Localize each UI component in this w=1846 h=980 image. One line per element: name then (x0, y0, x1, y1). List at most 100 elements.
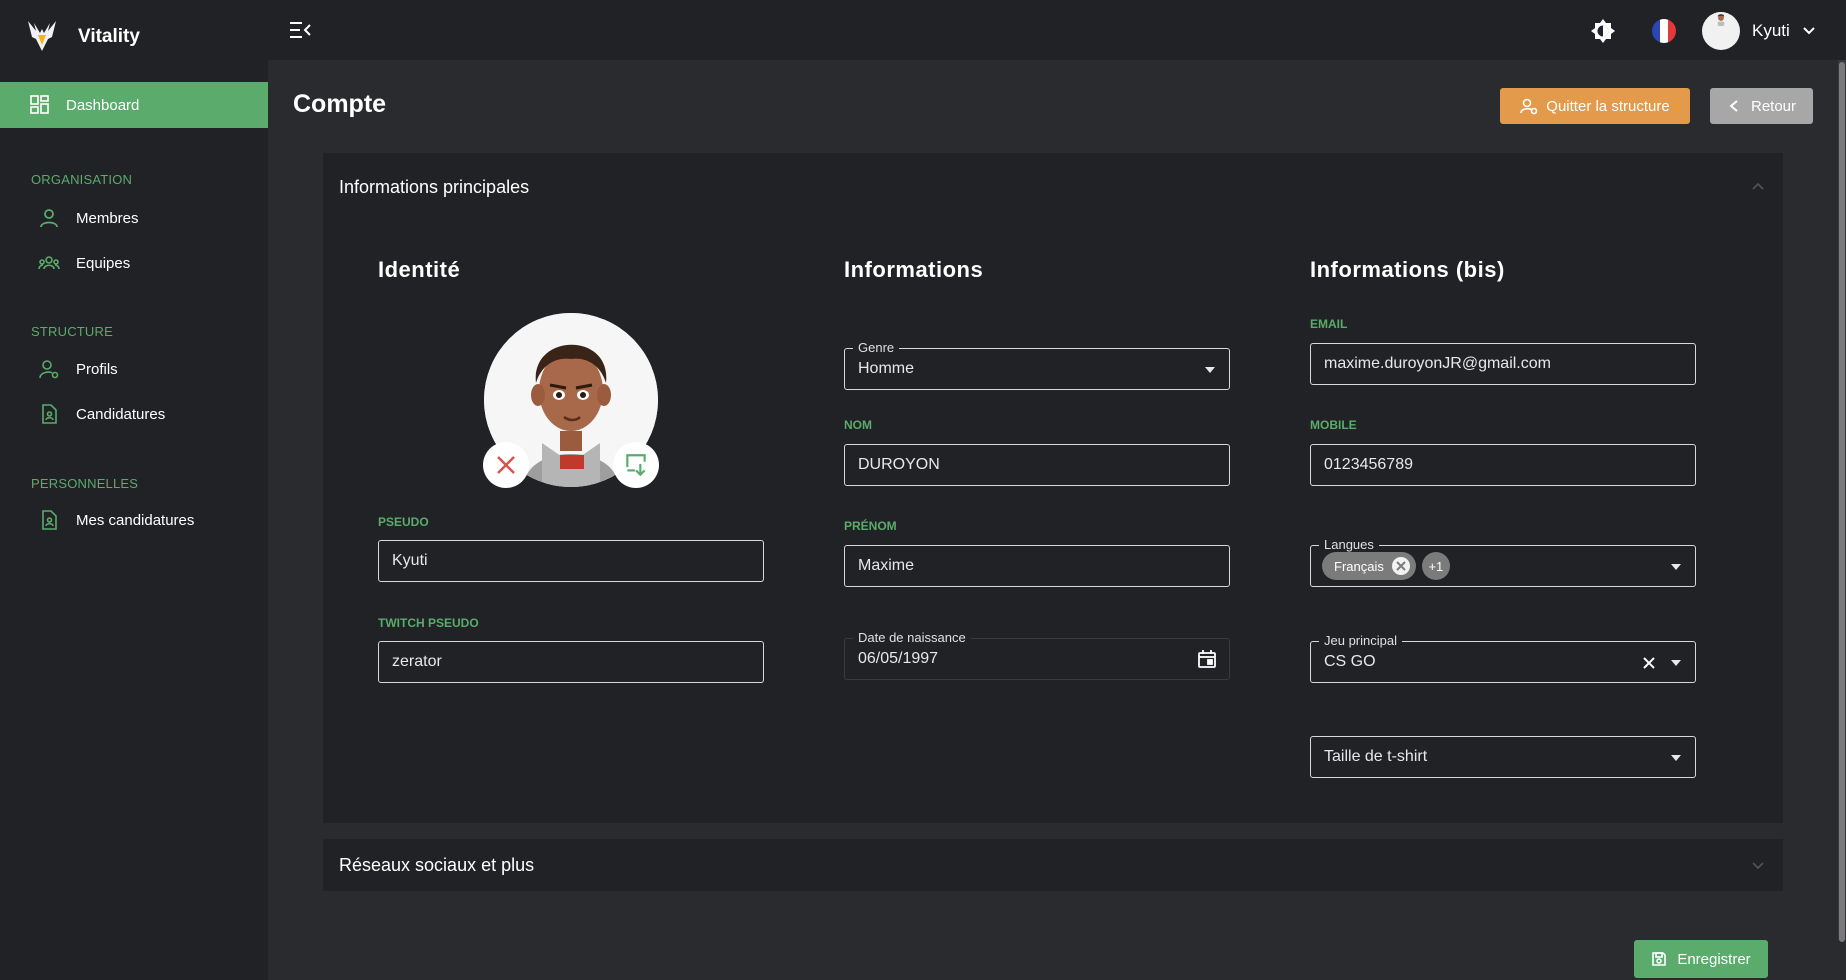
sidebar-item-label: Equipes (76, 254, 131, 272)
email-label: EMAIL (1310, 317, 1348, 331)
identity-heading: Identité (378, 257, 461, 282)
document-user-icon (42, 404, 57, 424)
chevron-down-icon (1803, 27, 1815, 35)
dashboard-icon (30, 95, 49, 114)
prenom-value: Maxime (858, 557, 915, 574)
mobile-value: 0123456789 (1324, 456, 1413, 473)
mobile-label: MOBILE (1310, 418, 1357, 432)
sidebar-item-label: Dashboard (66, 96, 140, 114)
nom-value: DUROYON (858, 456, 940, 473)
section-title-structure: STRUCTURE (31, 324, 113, 339)
langue-more-count: +1 (1421, 552, 1450, 580)
vitality-logo-icon (28, 21, 56, 51)
user-settings-icon (39, 360, 59, 379)
sidebar-item-membres[interactable]: Membres (38, 206, 139, 230)
sidebar-item-label: Membres (76, 209, 139, 227)
user-name: Kyuti (1752, 21, 1790, 40)
panel-title[interactable]: Réseaux sociaux et plus (339, 855, 534, 876)
user-menu[interactable]: Kyuti (1702, 12, 1816, 50)
sidebar-item-label: Mes candidatures (76, 511, 195, 529)
langues-label: Langues (1319, 537, 1379, 552)
langue-chip: Français (1322, 552, 1416, 580)
menu-collapse-icon[interactable] (288, 20, 312, 40)
jeu-principal-value: CS GO (1324, 653, 1376, 670)
informations-heading: Informations (844, 257, 984, 282)
save-button[interactable]: Enregistrer (1634, 940, 1768, 978)
chip-remove-icon[interactable] (1391, 557, 1410, 575)
quit-structure-button[interactable]: Quitter la structure (1500, 88, 1690, 124)
quit-structure-label: Quitter la structure (1546, 97, 1670, 115)
twitch-pseudo-label: TWITCH PSEUDO (378, 616, 479, 630)
tshirt-size-placeholder: Taille de t-shirt (1324, 748, 1428, 765)
genre-value: Homme (858, 360, 915, 377)
caret-down-icon (1205, 367, 1215, 373)
scrollbar[interactable] (1838, 60, 1846, 942)
twitch-pseudo-input[interactable]: zerator (378, 641, 764, 683)
caret-down-icon (1671, 660, 1681, 666)
app-name: Vitality (78, 26, 140, 47)
chevron-up-icon[interactable] (1751, 179, 1765, 193)
informations-bis-heading: Informations (bis) (1310, 257, 1505, 282)
genre-select[interactable]: Genre Homme (844, 340, 1230, 390)
jeu-principal-label: Jeu principal (1319, 633, 1402, 648)
save-icon (1652, 952, 1667, 966)
sidebar-item-label: Profils (76, 360, 118, 378)
tshirt-size-select[interactable]: Taille de t-shirt (1310, 736, 1696, 778)
section-title-organisation: ORGANISATION (31, 172, 133, 187)
langue-chip-label: Français (1334, 558, 1384, 574)
mobile-input[interactable]: 0123456789 (1310, 444, 1696, 486)
clear-icon[interactable] (1643, 657, 1655, 669)
flag-stripe (1668, 19, 1676, 43)
scrollbar-thumb[interactable] (1839, 62, 1845, 942)
language-flag-icon[interactable] (1652, 19, 1676, 43)
twitch-pseudo-value: zerator (392, 653, 442, 670)
pseudo-value: Kyuti (392, 552, 428, 569)
sidebar-item-mes-candidatures[interactable]: Mes candidatures (38, 508, 194, 532)
flag-stripe (1660, 19, 1668, 43)
sidebar-item-candidatures[interactable]: Candidatures (38, 402, 165, 426)
upload-avatar-button[interactable] (613, 442, 659, 488)
email-input[interactable]: maxime.duroyonJR@gmail.com (1310, 343, 1696, 385)
user-leave-icon (1520, 98, 1538, 115)
caret-down-icon (1671, 755, 1681, 761)
save-label: Enregistrer (1677, 950, 1751, 968)
prenom-label: PRÉNOM (844, 519, 897, 533)
sidebar-item-label: Candidatures (76, 405, 166, 423)
pseudo-input[interactable]: Kyuti (378, 540, 764, 582)
sidebar-item-dashboard[interactable]: Dashboard (0, 82, 268, 128)
prenom-input[interactable]: Maxime (844, 545, 1230, 587)
back-label: Retour (1750, 97, 1797, 115)
caret-down-icon (1671, 564, 1681, 570)
section-title-personnelles: PERSONNELLES (31, 476, 139, 491)
sidebar-item-profils[interactable]: Profils (38, 357, 118, 381)
download-icon (626, 454, 646, 477)
chevron-left-icon (1729, 100, 1738, 112)
panel-reseaux-sociaux[interactable]: Réseaux sociaux et plus (323, 839, 1783, 891)
nom-input[interactable]: DUROYON (844, 444, 1230, 486)
date-naissance-input[interactable]: Date de naissance 06/05/1997 (844, 630, 1230, 680)
back-button[interactable]: Retour (1710, 88, 1813, 124)
remove-avatar-button[interactable] (483, 442, 529, 488)
users-icon (38, 256, 60, 270)
brand[interactable]: Vitality (0, 0, 268, 74)
sidebar-item-equipes[interactable]: Equipes (38, 251, 130, 275)
langues-select[interactable]: Langues Français +1 (1310, 537, 1696, 587)
jeu-principal-select[interactable]: Jeu principal CS GO (1310, 633, 1696, 683)
page-title: Compte (293, 90, 387, 118)
close-icon (497, 456, 515, 474)
email-value: maxime.duroyonJR@gmail.com (1324, 355, 1551, 372)
chevron-down-icon[interactable] (1751, 859, 1765, 873)
genre-label: Genre (853, 340, 900, 355)
topbar: Kyuti (268, 0, 1846, 60)
panel-title[interactable]: Informations principales (339, 177, 529, 198)
theme-toggle-icon[interactable] (1590, 18, 1616, 44)
pseudo-label: PSEUDO (378, 515, 429, 529)
sidebar: Vitality Dashboard ORGANISATION Membres … (0, 0, 268, 980)
document-user-icon (42, 510, 57, 530)
calendar-icon[interactable] (1197, 649, 1217, 669)
nom-label: NOM (844, 418, 872, 432)
date-naissance-value: 06/05/1997 (858, 650, 939, 667)
panel-informations-principales: Informations principales Identité PSEUDO… (323, 153, 1783, 823)
avatar (1702, 12, 1740, 50)
date-naissance-label: Date de naissance (853, 630, 971, 645)
